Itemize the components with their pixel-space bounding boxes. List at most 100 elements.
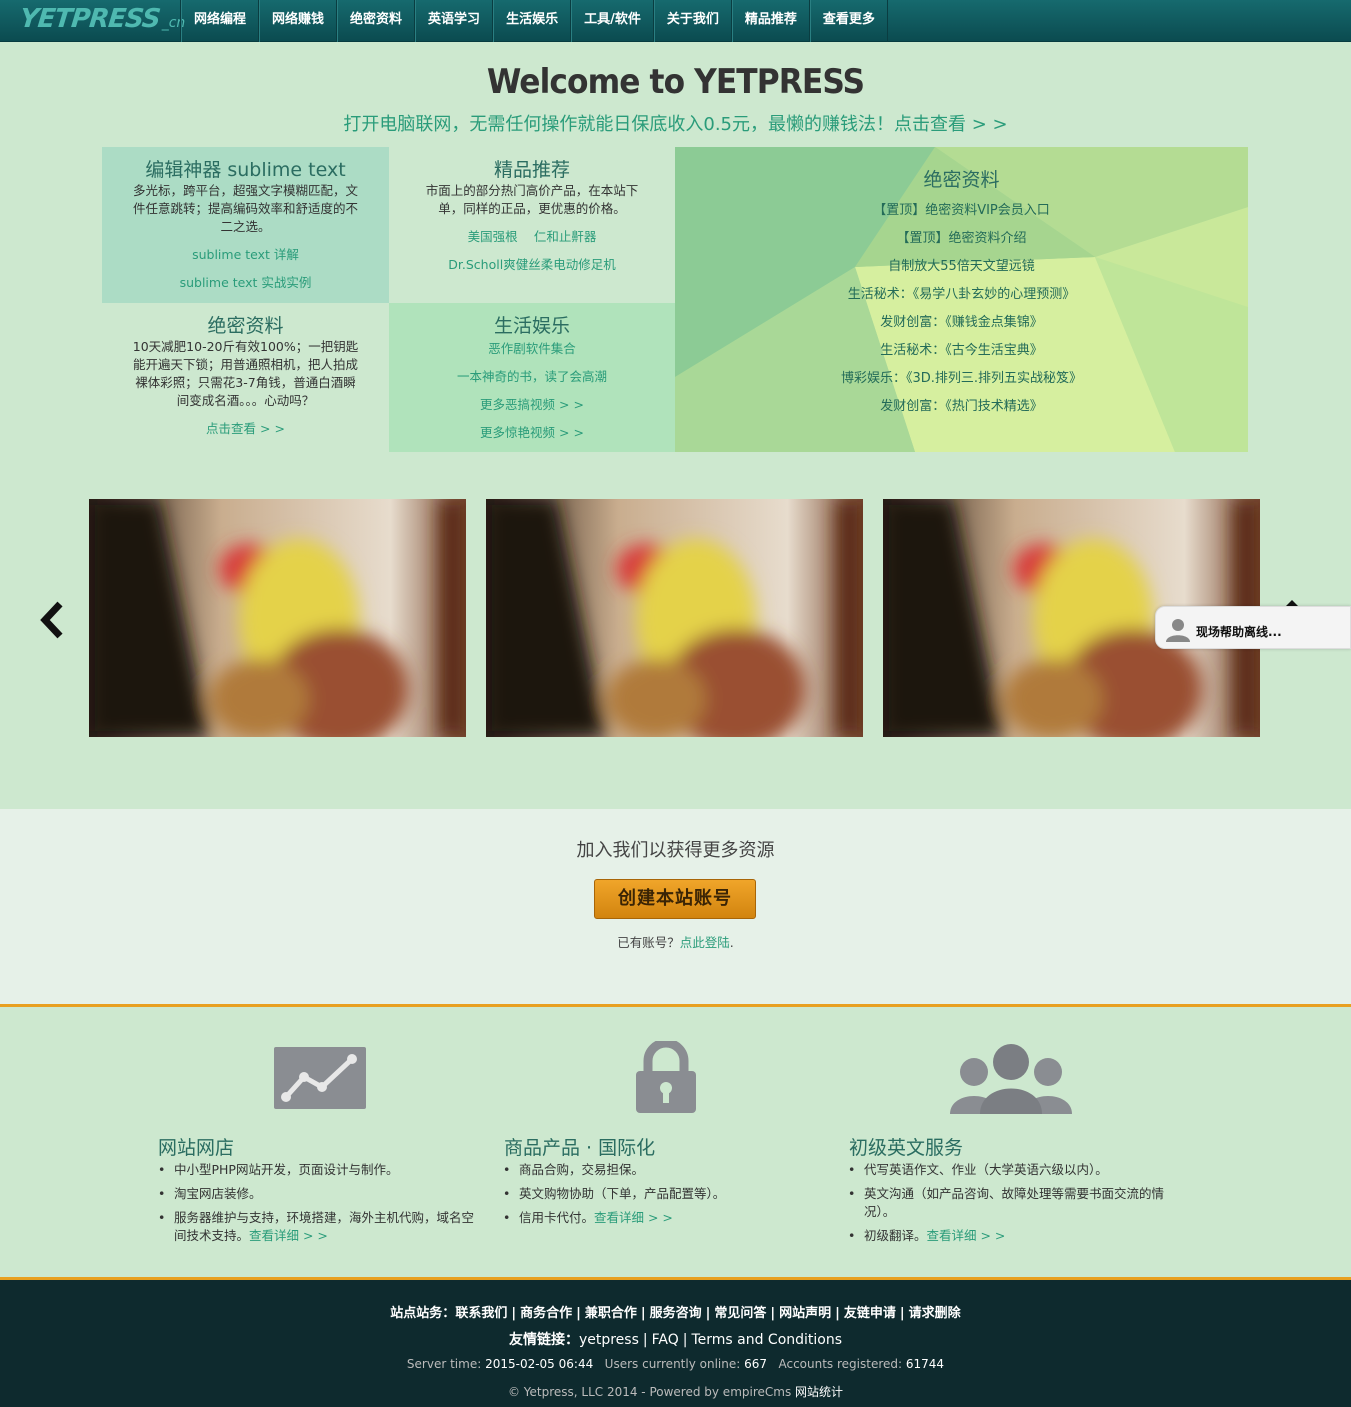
list-item-text: 信用卡代付。 [519,1210,595,1225]
entertainment-link-2[interactable]: 一本神奇的书，读了会高潮 [389,368,675,386]
list-item: 英文购物协助（下单，产品配置等）。 [503,1185,823,1203]
service-title-english: 初级英文服务 [849,1137,964,1159]
footer-link-contact[interactable]: 联系我们 [455,1306,507,1321]
secret-big-link-7[interactable]: 博彩娱乐：《3D.排列三.排列五实战秘笈》 [675,370,1248,388]
secret-big-link-1[interactable]: 【置顶】绝密资料VIP会员入口 [675,202,1248,220]
entertainment-link-4[interactable]: 更多惊艳视频 > > [389,424,675,442]
sublime-desc: 多光标，跨平台，超强文字模糊匹配，文件任意跳转；提高编码效率和舒适度的不二之选。 [132,183,358,234]
featured-link-2[interactable]: 仁和止鼾器 [534,228,597,246]
secret-big-link-3[interactable]: 自制放大55倍天文望远镜 [675,258,1248,276]
footer-link-business[interactable]: 商务合作 [520,1306,572,1321]
footer-link-friendlink-apply[interactable]: 友链申请 [844,1306,896,1321]
top-navbar: YETPRESS _cn 网络编程 网络赚钱 绝密资料 英语学习 生活娱乐 工具… [0,0,1351,42]
sublime-link-examples[interactable]: sublime text 实战实例 [102,274,389,292]
sublime-title: 编辑神器 sublime text [145,159,346,181]
secret-small-link[interactable]: 点击查看 > > [102,420,389,438]
secret-big-link-6[interactable]: 生活秘术：《古今生活宝典》 [675,342,1248,360]
create-account-button[interactable]: 创建本站账号 [594,879,756,919]
carousel-slide-2[interactable] [486,499,863,737]
list-item: 信用卡代付。查看详细 > > [503,1209,823,1227]
featured-link-3[interactable]: Dr.Scholl爽健丝柔电动修足机 [389,256,675,274]
footer: 站点站务：联系我们 | 商务合作 | 兼职合作 | 服务咨询 | 常见问答 | 网站声明 | 友链申请 |… [0,1277,1351,1407]
entertainment-link-1[interactable]: 恶作剧软件集合 [389,340,675,358]
nav-item-programming[interactable]: 网络编程 [181,0,260,42]
login-prefix: 已有账号？ [617,935,680,950]
site-stats-link[interactable]: 网站统计 [795,1385,843,1399]
web-more-link[interactable]: 查看详细 > > [249,1228,328,1243]
user-avatar-icon [1166,619,1190,642]
entertainment-link-3[interactable]: 更多恶搞视频 > > [389,396,675,414]
featured-panel: 精品推荐 市面上的部分热门高价产品，在本站下单，同样的正品，更优惠的价格。 美国… [389,147,675,303]
site-logo[interactable]: YETPRESS _cn [18,4,185,40]
footer-link-consult[interactable]: 服务咨询 [650,1306,702,1321]
list-item: 淘宝网店装修。 [158,1185,478,1203]
secret-big-title: 绝密资料 [923,169,1000,191]
login-link[interactable]: 点此登陆 [680,935,730,950]
sublime-link-detail[interactable]: sublime text 详解 [102,246,389,264]
sublime-panel: 编辑神器 sublime text 多光标，跨平台，超强文字模糊匹配，文件任意跳… [102,147,389,303]
registered-count: 61744 [905,1357,945,1371]
list-item: 商品合购，交易担保。 [503,1161,823,1179]
secret-small-title: 绝密资料 [207,315,284,337]
secret-small-desc: 10天减肥10-20斤有效100%；一把钥匙能开遍天下锁；用普通照相机，把人拍成… [132,339,359,408]
secret-big-panel: 绝密资料 【置顶】绝密资料VIP会员入口 【置顶】绝密资料介绍 自制放大55倍天… [675,147,1248,452]
friend-link-terms[interactable]: Terms and Conditions [691,1332,842,1348]
carousel-next-icon[interactable] [1286,598,1298,606]
site-links-label: 站点站务： [390,1306,456,1321]
nav-item-tools[interactable]: 工具/软件 [571,0,654,42]
copyright-text: © Yetpress, LLC 2014 - Powered by empire… [507,1385,792,1399]
page-title: Welcome to YETPRESS [486,62,865,102]
friend-links-label: 友情链接： [508,1332,579,1348]
list-item: 中小型PHP网站开发，页面设计与制作。 [158,1161,478,1179]
tulip-image [486,499,863,737]
server-time: 2015-02-05 06:44 [485,1357,594,1371]
nav-item-secret[interactable]: 绝密资料 [337,0,416,42]
nav-item-entertainment[interactable]: 生活娱乐 [493,0,572,42]
server-time-label: Server time: [406,1357,482,1371]
footer-stats: Server time: 2015-02-05 06:44 Users curr… [0,1357,1351,1371]
english-more-link[interactable]: 查看详细 > > [927,1228,1006,1243]
login-line: 已有账号？点此登陆. [0,932,1351,951]
service-title-products: 商品产品 · 国际化 [504,1137,656,1159]
nav-item-about[interactable]: 关于我们 [653,0,732,42]
featured-link-1[interactable]: 美国强根 [468,228,518,246]
nav-item-english[interactable]: 英语学习 [415,0,494,42]
entertainment-title: 生活娱乐 [493,315,570,337]
registered-label: Accounts registered: [778,1357,903,1371]
secret-big-link-5[interactable]: 发财创富：《赚钱金点集锦》 [675,314,1248,332]
entertainment-panel: 生活娱乐 恶作剧软件集合 一本神奇的书，读了会高潮 更多恶搞视频 > > 更多惊… [389,303,675,452]
secret-big-link-2[interactable]: 【置顶】绝密资料介绍 [675,230,1248,248]
secret-big-link-4[interactable]: 生活秘术：《易学八卦玄妙的心理预测》 [675,286,1248,304]
footer-link-faq[interactable]: 常见问答 [714,1306,766,1321]
featured-title: 精品推荐 [493,159,570,181]
products-more-link[interactable]: 查看详细 > > [594,1210,673,1225]
secret-big-link-8[interactable]: 发财创富：《热门技术精选》 [675,398,1248,416]
footer-friend-links: 友情链接：yetpress | FAQ | Terms and Conditions [508,1332,843,1348]
main-nav: 网络编程 网络赚钱 绝密资料 英语学习 生活娱乐 工具/软件 关于我们 精品推荐… [180,0,888,42]
service-list-english: 代写英语作文、作业（大学英语六级以内）。 英文沟通（如产品咨询、故障处理等需要书… [848,1161,1168,1251]
footer-site-links: 站点站务：联系我们 | 商务合作 | 兼职合作 | 服务咨询 | 常见问答 | 网站声明 | 友链申请 |… [390,1306,961,1321]
carousel-slide-1[interactable] [89,499,466,737]
service-list-web: 中小型PHP网站开发，页面设计与制作。 淘宝网店装修。 服务器维护与支持，环境搭… [158,1161,478,1251]
featured-desc: 市面上的部分热门高价产品，在本站下单，同样的正品，更优惠的价格。 [425,183,639,216]
chart-icon [274,1047,366,1109]
nav-item-make-money[interactable]: 网络赚钱 [259,0,338,42]
carousel-prev-icon[interactable] [38,600,68,640]
footer-copyright: © Yetpress, LLC 2014 - Powered by empire… [0,1383,1351,1400]
online-count: 667 [744,1357,768,1371]
promo-link[interactable]: 打开电脑联网，无需任何操作就能日保底收入0.5元，最懒的赚钱法！点击查看 > > [0,110,1351,136]
friend-link-faq[interactable]: FAQ [652,1332,679,1348]
nav-item-more[interactable]: 查看更多 [809,0,888,42]
tulip-image [89,499,466,737]
live-help-widget[interactable]: 现场帮助离线... [1155,606,1351,649]
nav-item-featured[interactable]: 精品推荐 [731,0,810,42]
join-title: 加入我们以获得更多资源 [576,840,775,861]
live-help-label: 现场帮助离线... [1196,625,1282,639]
footer-link-parttime[interactable]: 兼职合作 [585,1306,637,1321]
lock-icon [636,1041,696,1113]
footer-link-delete-request[interactable]: 请求删除 [909,1306,961,1321]
footer-link-statement[interactable]: 网站声明 [779,1306,831,1321]
list-item-text: 初级翻译。 [864,1228,927,1243]
friend-link-yetpress[interactable]: yetpress [579,1332,639,1348]
online-label: Users currently online: [604,1357,741,1371]
